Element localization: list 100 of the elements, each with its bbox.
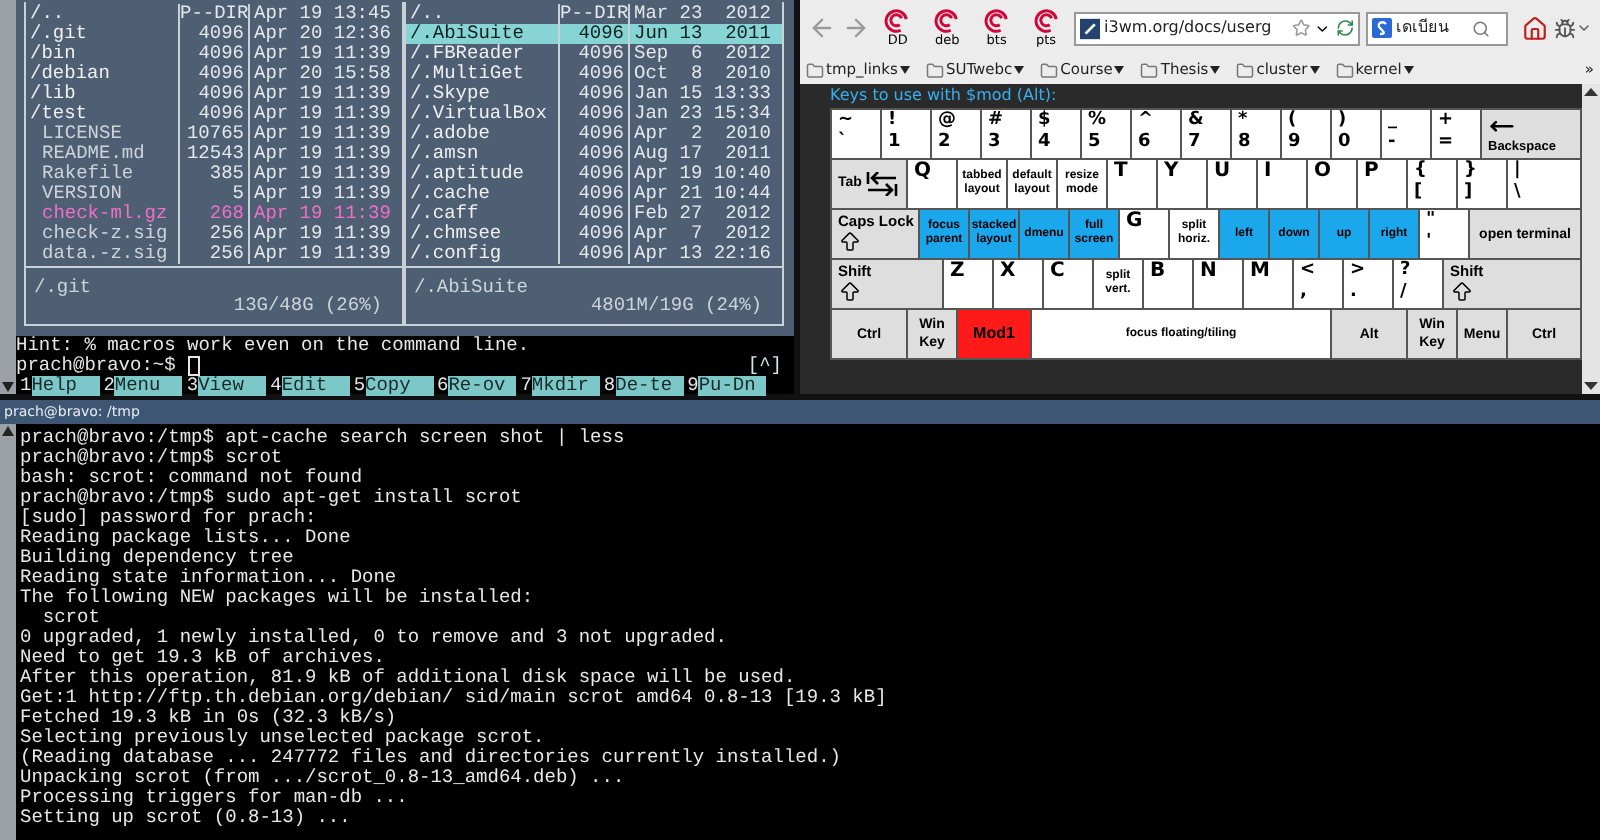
- key-label: \: [1514, 182, 1521, 204]
- file-name: /.VirtualBox: [408, 104, 549, 124]
- key-label: (: [1288, 110, 1299, 132]
- file-row[interactable]: /.aptitude 4096 Apr 19 10:40: [406, 164, 782, 184]
- search-field[interactable]: เดเบียน: [1365, 11, 1509, 45]
- file-row[interactable]: /.chmsee 4096 Apr 7 2012: [406, 224, 782, 244]
- file-row[interactable]: /.amsn 4096 Aug 17 2011: [406, 144, 782, 164]
- terminal-line: [sudo] password for prach:: [20, 508, 319, 528]
- file-date: Apr 21 10:44: [632, 184, 773, 204]
- file-row[interactable]: /bin 4096 Apr 19 11:39: [26, 44, 402, 64]
- forward-button[interactable]: [842, 14, 870, 42]
- key-label: X: [998, 260, 1016, 286]
- caret-icon: [1210, 66, 1221, 74]
- file-row[interactable]: check-z.sig 256 Apr 19 11:39: [26, 224, 402, 244]
- key-label: .: [1350, 282, 1359, 304]
- hint-text: Hint: % macros work even on the command line.: [16, 336, 532, 356]
- key-label: +: [1438, 110, 1454, 132]
- key-label: C: [1048, 260, 1065, 286]
- file-row[interactable]: /.cache 4096 Apr 21 10:44: [406, 184, 782, 204]
- caret-icon: [1403, 66, 1414, 74]
- key-label: !: [888, 110, 899, 132]
- page-heading: Keys to use with $mod (Alt):: [830, 86, 1059, 106]
- mini-status: /.AbiSuite: [414, 277, 529, 297]
- swirl-icon: [983, 8, 1010, 34]
- file-row[interactable]: /debian 4096 Apr 20 15:58: [26, 64, 402, 84]
- file-name: check-ml.gz: [40, 204, 170, 224]
- file-row[interactable]: /.. P--DIR Apr 19 13:45: [26, 4, 402, 24]
- file-date: Apr 13 22:16: [632, 244, 773, 264]
- file-name: /test: [28, 104, 90, 124]
- file-row[interactable]: /.adobe 4096 Apr 2 2010: [406, 124, 782, 144]
- file-row[interactable]: README.md 12543 Apr 19 11:39: [26, 144, 402, 164]
- file-name: /.amsn: [408, 144, 481, 164]
- file-row[interactable]: Rakefile 385 Apr 19 11:39: [26, 164, 402, 184]
- file-row[interactable]: /.config 4096 Apr 13 22:16: [406, 244, 782, 264]
- file-size: P--DIR: [178, 4, 250, 24]
- folder-icon: [925, 61, 944, 79]
- file-name: check-z.sig: [40, 224, 170, 244]
- terminal-line: (Reading database ... 247772 files and directories currently installed.): [20, 748, 843, 768]
- key-label: =: [1438, 132, 1454, 154]
- file-name: /..: [28, 4, 67, 24]
- search-input[interactable]: เดเบียน: [1395, 16, 1468, 40]
- address-field[interactable]: i3wm.org/docs/userg: [1073, 11, 1360, 45]
- file-row[interactable]: /.AbiSuite 4096 Jun 13 2011: [406, 24, 782, 44]
- home-button[interactable]: [1522, 15, 1549, 41]
- caret-icon: [1014, 66, 1025, 74]
- file-row[interactable]: VERSION 5 Apr 19 11:39: [26, 184, 402, 204]
- file-size: 4096: [558, 184, 630, 204]
- search-icon[interactable]: [1471, 19, 1490, 37]
- file-row[interactable]: /.VirtualBox 4096 Jan 23 15:34: [406, 104, 782, 124]
- file-date: Apr 19 11:39: [252, 184, 393, 204]
- file-size: 4096: [558, 144, 630, 164]
- key-label: >: [1350, 260, 1366, 282]
- file-name: /.chmsee: [408, 224, 504, 244]
- file-name: /.Skype: [408, 84, 492, 104]
- file-size: 4096: [178, 84, 250, 104]
- file-row[interactable]: /lib 4096 Apr 19 11:39: [26, 84, 402, 104]
- file-date: Apr 2 2010: [632, 124, 773, 144]
- history-button[interactable]: [^]: [747, 356, 782, 376]
- file-date: Apr 19 11:39: [252, 164, 393, 184]
- file-date: Apr 19 11:39: [252, 84, 393, 104]
- file-size: 4096: [558, 124, 630, 144]
- key-label: {: [1414, 160, 1427, 182]
- file-size: 12543: [178, 144, 250, 164]
- key-label: <: [1300, 260, 1316, 282]
- key-label: ': [1426, 232, 1434, 254]
- file-name: /lib: [28, 84, 78, 104]
- back-button[interactable]: [808, 14, 836, 42]
- file-row[interactable]: /.git 4096 Apr 20 12:36: [26, 24, 402, 44]
- scrollbar[interactable]: [1582, 84, 1600, 394]
- file-size: 256: [178, 224, 250, 244]
- file-row[interactable]: /.caff 4096 Feb 27 2012: [406, 204, 782, 224]
- file-row[interactable]: /.MultiGet 4096 Oct 8 2010: [406, 64, 782, 84]
- key-label: #: [988, 110, 1004, 132]
- file-size: 4096: [178, 24, 250, 44]
- reload-icon[interactable]: [1335, 18, 1354, 38]
- scrollbar[interactable]: [0, 0, 16, 394]
- key-label: ): [1338, 110, 1349, 132]
- star-icon[interactable]: [1292, 18, 1311, 38]
- file-name: /.aptitude: [408, 164, 527, 184]
- file-date: Apr 19 11:39: [252, 44, 393, 64]
- file-row[interactable]: /.FBReader 4096 Sep 6 2012: [406, 44, 782, 64]
- file-name: data.-z.sig: [40, 244, 170, 264]
- file-row[interactable]: /.Skype 4096 Jan 15 13:33: [406, 84, 782, 104]
- key-label: T: [1112, 160, 1128, 186]
- key-label: B: [1148, 260, 1166, 286]
- caret-icon: [899, 66, 910, 74]
- file-row[interactable]: /test 4096 Apr 19 11:39: [26, 104, 402, 124]
- bug-button[interactable]: [1554, 17, 1593, 39]
- file-row[interactable]: data.-z.sig 256 Apr 19 11:39: [26, 244, 402, 264]
- key-label: Z: [948, 260, 965, 286]
- up-arrow-icon: [838, 230, 862, 254]
- file-date: Feb 27 2012: [632, 204, 773, 224]
- text-cursor: [187, 356, 200, 376]
- file-date: Aug 17 2011: [632, 144, 773, 164]
- file-date: Jan 15 13:33: [632, 84, 773, 104]
- file-row[interactable]: LICENSE 10765 Apr 19 11:39: [26, 124, 402, 144]
- folder-icon: [1140, 61, 1159, 79]
- scrollbar[interactable]: [0, 424, 16, 840]
- file-date: Apr 19 11:39: [252, 204, 393, 224]
- address-input[interactable]: i3wm.org/docs/userg: [1104, 16, 1289, 40]
